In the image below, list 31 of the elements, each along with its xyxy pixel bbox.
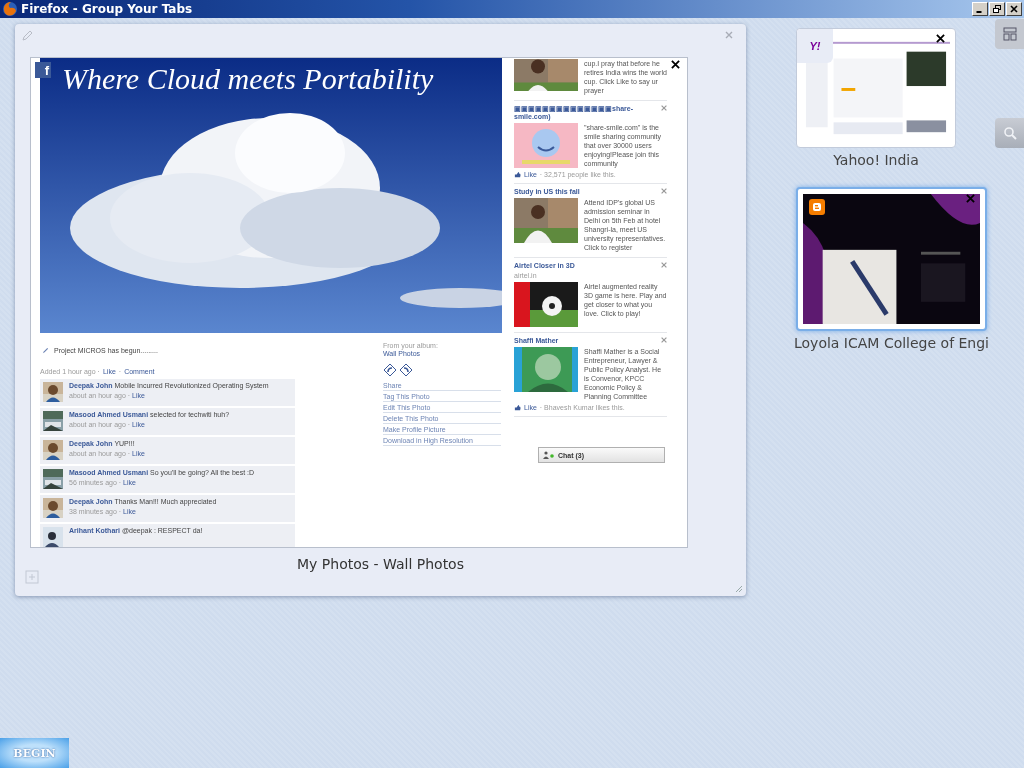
search-icon <box>1003 126 1017 140</box>
minimize-icon <box>976 11 982 13</box>
online-user-icon <box>543 451 555 459</box>
restore-icon <box>992 4 1002 14</box>
favicon: Y! <box>797 29 833 63</box>
pencil-icon[interactable] <box>21 30 33 42</box>
restore-button[interactable] <box>989 2 1005 16</box>
tab-title[interactable]: Yahoo! India <box>833 152 919 168</box>
firefox-icon <box>2 1 18 17</box>
pencil-icon <box>42 347 49 354</box>
tab-thumbnail[interactable] <box>796 187 987 331</box>
resize-grip-icon[interactable] <box>735 585 743 593</box>
tab-thumbnail[interactable] <box>30 57 688 548</box>
photo-caption: Where Cloud meets Portability <box>62 62 434 96</box>
window-title: Firefox - Group Your Tabs <box>21 2 193 16</box>
favicon: f <box>35 62 51 78</box>
search-button[interactable] <box>995 118 1024 148</box>
rotate-left-icon[interactable] <box>383 363 397 377</box>
tab-thumbnail[interactable]: Y! <box>796 28 956 148</box>
tab-title[interactable]: My Photos - Wall Photos <box>15 556 746 572</box>
close-icon <box>1009 4 1019 14</box>
close-icon[interactable] <box>936 34 945 43</box>
rotate-right-icon[interactable] <box>399 363 413 377</box>
grid-icon <box>1003 27 1017 41</box>
close-button[interactable] <box>1006 2 1022 16</box>
minimize-button[interactable] <box>972 2 988 16</box>
blogger-icon <box>809 199 825 215</box>
thumbs-up-icon <box>514 404 521 411</box>
close-icon[interactable] <box>671 60 680 69</box>
thumbs-up-icon <box>514 171 521 178</box>
tab-title[interactable]: Loyola ICAM College of Engi <box>794 335 989 351</box>
